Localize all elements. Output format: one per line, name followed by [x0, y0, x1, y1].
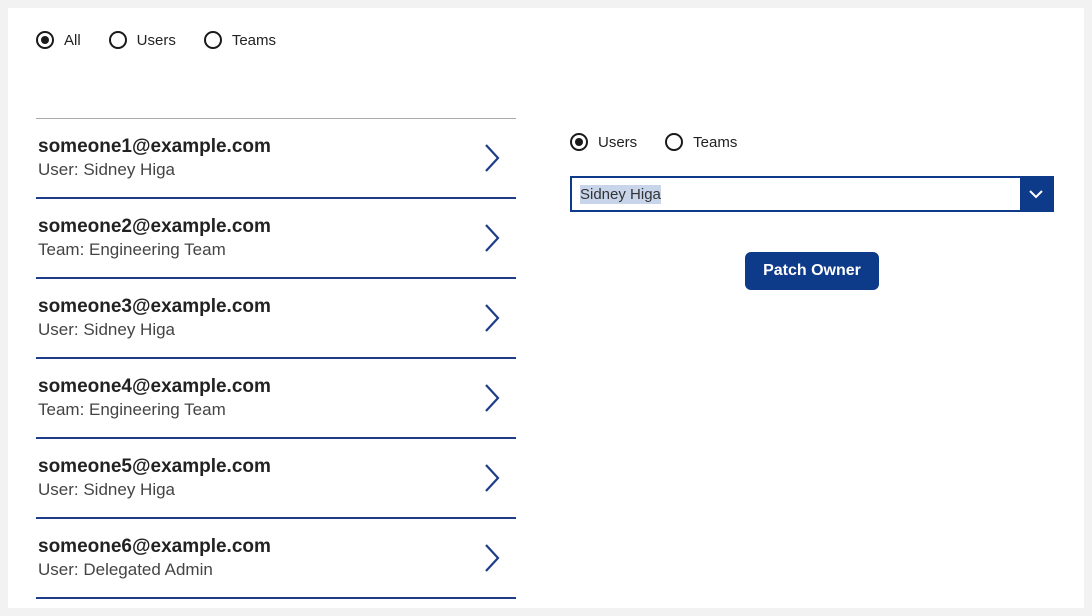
content-area: someone1@example.com User: Sidney Higa s… [36, 118, 1056, 604]
filter-radio-label: Users [137, 32, 176, 49]
list-item[interactable]: someone3@example.com User: Sidney Higa [36, 279, 516, 359]
detail-panel: Users Teams Sidney Higa Patch Owner [570, 118, 1054, 604]
list-item-desc: User: Sidney Higa [38, 480, 478, 500]
list-item-desc: User: Delegated Admin [38, 560, 478, 580]
list-item[interactable]: someone4@example.com Team: Engineering T… [36, 359, 516, 439]
main-panel: All Users Teams someone1@example.com Use… [8, 8, 1084, 608]
list-item-desc: Team: Engineering Team [38, 400, 478, 420]
list-item[interactable]: someone1@example.com User: Sidney Higa [36, 119, 516, 199]
chevron-right-icon [478, 300, 506, 336]
chevron-down-icon[interactable] [1020, 178, 1052, 210]
chevron-right-icon [478, 540, 506, 576]
list-item-email: someone1@example.com [38, 136, 478, 158]
list-item-email: someone6@example.com [38, 536, 478, 558]
patch-owner-button[interactable]: Patch Owner [745, 252, 879, 290]
record-list[interactable]: someone1@example.com User: Sidney Higa s… [36, 118, 516, 604]
radio-icon [36, 31, 54, 49]
filter-radio-label: All [64, 32, 81, 49]
list-item-email: someone2@example.com [38, 216, 478, 238]
list-item[interactable]: someone5@example.com User: Sidney Higa [36, 439, 516, 519]
filter-radio-teams[interactable]: Teams [204, 31, 276, 49]
chevron-right-icon [478, 380, 506, 416]
list-item-email: someone3@example.com [38, 296, 478, 318]
owner-type-radio-users[interactable]: Users [570, 133, 637, 151]
owner-combobox[interactable]: Sidney Higa [570, 176, 1054, 212]
chevron-right-icon [478, 460, 506, 496]
filter-radio-group: All Users Teams [36, 24, 1056, 56]
filter-radio-users[interactable]: Users [109, 31, 176, 49]
filter-radio-all[interactable]: All [36, 31, 81, 49]
radio-icon [204, 31, 222, 49]
owner-combobox-value: Sidney Higa [572, 178, 1020, 210]
list-item[interactable]: someone6@example.com User: Delegated Adm… [36, 519, 516, 599]
list-item-email: someone4@example.com [38, 376, 478, 398]
owner-type-radio-teams[interactable]: Teams [665, 133, 737, 151]
filter-radio-label: Teams [232, 32, 276, 49]
list-item-desc: User: Sidney Higa [38, 320, 478, 340]
list-item-desc: Team: Engineering Team [38, 240, 478, 260]
radio-icon [570, 133, 588, 151]
owner-type-label: Users [598, 134, 637, 151]
owner-selected-text: Sidney Higa [580, 185, 661, 204]
list-item-desc: User: Sidney Higa [38, 160, 478, 180]
chevron-right-icon [478, 140, 506, 176]
list-item-email: someone5@example.com [38, 456, 478, 478]
list-item[interactable]: someone2@example.com Team: Engineering T… [36, 199, 516, 279]
radio-icon [665, 133, 683, 151]
chevron-right-icon [478, 220, 506, 256]
radio-icon [109, 31, 127, 49]
owner-type-radio-group: Users Teams [570, 126, 1054, 158]
owner-type-label: Teams [693, 134, 737, 151]
